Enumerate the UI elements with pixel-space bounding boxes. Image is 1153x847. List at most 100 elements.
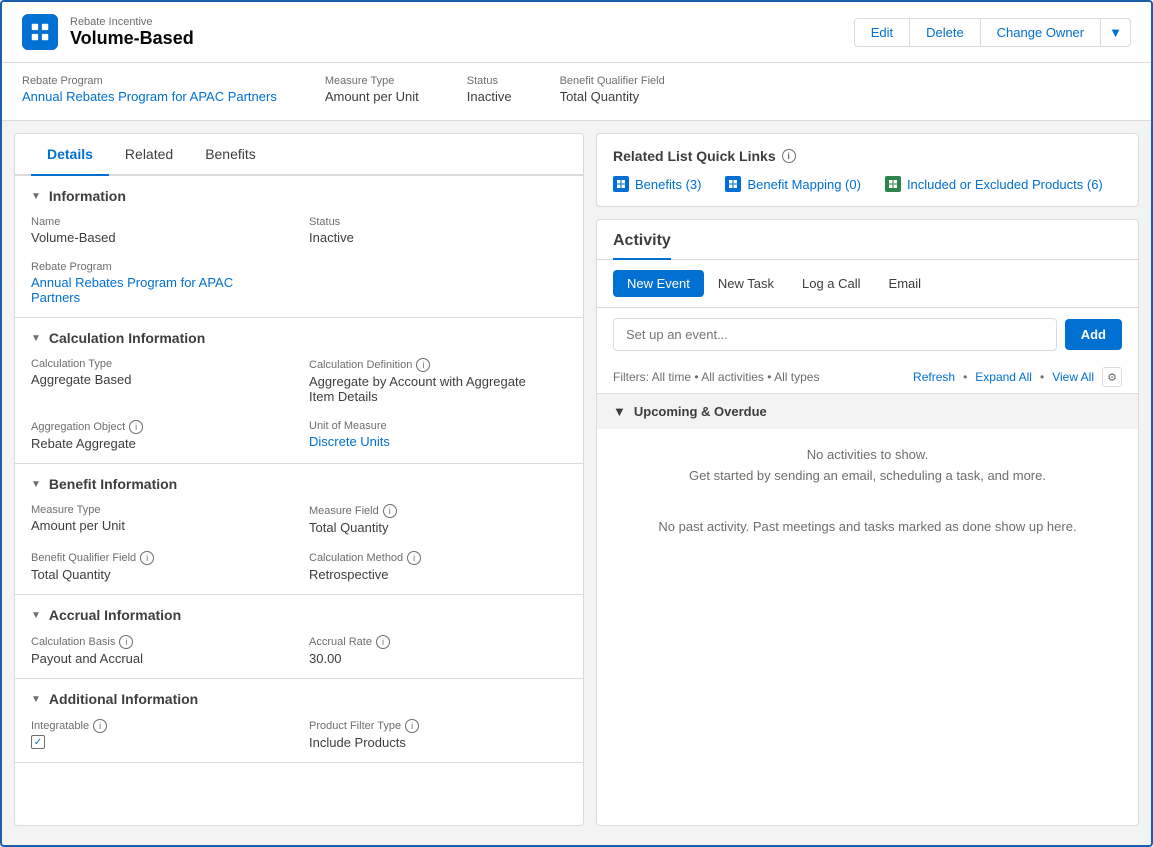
quick-link-benefit-mapping[interactable]: Benefit Mapping (0) bbox=[725, 176, 860, 192]
activity-add-button[interactable]: Add bbox=[1065, 319, 1122, 350]
integratable-checkbox[interactable] bbox=[31, 735, 45, 749]
calc-basis-info-icon[interactable]: i bbox=[119, 635, 133, 649]
quick-link-included-excluded[interactable]: Included or Excluded Products (6) bbox=[885, 176, 1103, 192]
calculation-fields: Calculation Type Aggregate Based ✎ Calcu… bbox=[31, 358, 567, 451]
calc-method-label: Calculation Method i bbox=[309, 551, 567, 565]
calculation-chevron-icon: ▼ bbox=[31, 333, 41, 344]
calc-def-info-icon[interactable]: i bbox=[416, 358, 430, 372]
product-filter-label: Product Filter Type i bbox=[309, 719, 567, 733]
accrual-section: ▼ Accrual Information Calculation Basis … bbox=[15, 595, 583, 679]
rebate-program-value[interactable]: Annual Rebates Program for APAC Partners bbox=[22, 89, 277, 104]
no-past-text: No past activity. Past meetings and task… bbox=[658, 519, 1076, 534]
filters-text: Filters: All time • All activities • All… bbox=[613, 370, 819, 384]
agg-object-value: Rebate Aggregate ✎ bbox=[31, 436, 289, 451]
upcoming-header[interactable]: ▼ Upcoming & Overdue bbox=[597, 394, 1138, 429]
additional-title: Additional Information bbox=[49, 691, 198, 707]
measure-type-value: Amount per Unit bbox=[325, 89, 419, 104]
tab-related[interactable]: Related bbox=[109, 134, 189, 176]
tab-benefits[interactable]: Benefits bbox=[189, 134, 272, 176]
meta-measure-type: Measure Type Amount per Unit bbox=[325, 75, 419, 104]
measure-field-label: Measure Field i bbox=[309, 504, 567, 518]
calc-method-info-icon[interactable]: i bbox=[407, 551, 421, 565]
status-field-value: Inactive ✎ bbox=[309, 230, 567, 245]
measure-field-info-icon[interactable]: i bbox=[383, 504, 397, 518]
accrual-section-header[interactable]: ▼ Accrual Information bbox=[31, 607, 567, 623]
measure-field-value: Total Quantity ✎ bbox=[309, 520, 567, 535]
field-name: Name Volume-Based ✎ bbox=[31, 216, 289, 245]
app-icon bbox=[22, 14, 58, 50]
name-label: Name bbox=[31, 216, 289, 228]
activity-tab-new-event[interactable]: New Event bbox=[613, 270, 704, 297]
benefit-qual-info-icon[interactable]: i bbox=[140, 551, 154, 565]
field-unit-of-measure: Unit of Measure Discrete Units ✎ bbox=[309, 420, 567, 451]
filters-gear-button[interactable]: ⚙ bbox=[1102, 367, 1122, 387]
accrual-title: Accrual Information bbox=[49, 607, 181, 623]
quick-link-benefits[interactable]: Benefits (3) bbox=[613, 176, 701, 192]
benefit-qual-label: Benefit Qualifier Field i bbox=[31, 551, 289, 565]
included-excluded-link-label: Included or Excluded Products (6) bbox=[907, 177, 1103, 192]
change-owner-button[interactable]: Change Owner bbox=[981, 18, 1101, 47]
status-label: Status bbox=[467, 75, 512, 87]
benefits-link-label: Benefits (3) bbox=[635, 177, 701, 192]
benefit-qualifier-label: Benefit Qualifier Field bbox=[560, 75, 665, 87]
meta-status: Status Inactive bbox=[467, 75, 512, 104]
accrual-chevron-icon: ▼ bbox=[31, 610, 41, 621]
rebate-program-field-label: Rebate Program bbox=[31, 261, 289, 273]
additional-chevron-icon: ▼ bbox=[31, 694, 41, 705]
accrual-rate-value: 30.00 ✎ bbox=[309, 651, 567, 666]
benefit-section: ▼ Benefit Information Measure Type Amoun… bbox=[15, 464, 583, 595]
calc-basis-value: Payout and Accrual ✎ bbox=[31, 651, 289, 666]
view-all-link[interactable]: View All bbox=[1052, 370, 1094, 384]
accrual-rate-label: Accrual Rate i bbox=[309, 635, 567, 649]
header-actions: Edit Delete Change Owner ▼ bbox=[854, 18, 1131, 47]
status-field-label: Status bbox=[309, 216, 567, 228]
agg-object-info-icon[interactable]: i bbox=[129, 420, 143, 434]
unit-of-measure-label: Unit of Measure bbox=[309, 420, 567, 432]
calc-basis-label: Calculation Basis i bbox=[31, 635, 289, 649]
quick-links-info-icon[interactable]: i bbox=[782, 149, 796, 163]
integratable-label: Integratable i bbox=[31, 719, 289, 733]
information-fields: Name Volume-Based ✎ Status Inactive ✎ bbox=[31, 216, 567, 305]
information-title: Information bbox=[49, 188, 126, 204]
activity-event-input[interactable] bbox=[613, 318, 1057, 351]
unit-of-measure-value[interactable]: Discrete Units ✎ bbox=[309, 434, 567, 449]
get-started-text: Get started by sending an email, schedul… bbox=[613, 466, 1122, 487]
information-chevron-icon: ▼ bbox=[31, 191, 41, 202]
field-benefit-measure-type: Measure Type Amount per Unit ✎ bbox=[31, 504, 289, 535]
benefit-fields: Measure Type Amount per Unit ✎ Measure F… bbox=[31, 504, 567, 582]
activity-header: Activity bbox=[597, 220, 1138, 260]
quick-links-card: Related List Quick Links i bbox=[596, 133, 1139, 207]
information-section-header[interactable]: ▼ Information bbox=[31, 188, 567, 204]
included-excluded-link-icon bbox=[885, 176, 901, 192]
integratable-info-icon[interactable]: i bbox=[93, 719, 107, 733]
benefit-mapping-link-icon bbox=[725, 176, 741, 192]
delete-button[interactable]: Delete bbox=[910, 18, 981, 47]
benefit-section-header[interactable]: ▼ Benefit Information bbox=[31, 476, 567, 492]
calc-type-label: Calculation Type bbox=[31, 358, 289, 370]
benefit-mapping-link-label: Benefit Mapping (0) bbox=[747, 177, 860, 192]
field-product-filter: Product Filter Type i Include Products ✎ bbox=[309, 719, 567, 750]
product-filter-info-icon[interactable]: i bbox=[405, 719, 419, 733]
field-benefit-qual: Benefit Qualifier Field i Total Quantity… bbox=[31, 551, 289, 582]
meta-row: Rebate Program Annual Rebates Program fo… bbox=[2, 63, 1151, 121]
information-section: ▼ Information Name Volume-Based ✎ Status bbox=[15, 176, 583, 318]
expand-all-link[interactable]: Expand All bbox=[975, 370, 1032, 384]
tab-details[interactable]: Details bbox=[31, 134, 109, 176]
activity-tab-new-task[interactable]: New Task bbox=[704, 270, 788, 297]
activity-filters-right: Refresh • Expand All • View All ⚙ bbox=[913, 367, 1122, 387]
activity-tab-email[interactable]: Email bbox=[875, 270, 936, 297]
activity-tab-log-call[interactable]: Log a Call bbox=[788, 270, 875, 297]
field-status: Status Inactive ✎ bbox=[309, 216, 567, 245]
rebate-program-field-value[interactable]: Annual Rebates Program for APAC Partners… bbox=[31, 275, 289, 305]
header-dropdown-button[interactable]: ▼ bbox=[1101, 18, 1131, 47]
edit-button[interactable]: Edit bbox=[854, 18, 910, 47]
additional-section-header[interactable]: ▼ Additional Information bbox=[31, 691, 567, 707]
right-panel: Related List Quick Links i bbox=[596, 133, 1139, 826]
refresh-link[interactable]: Refresh bbox=[913, 370, 955, 384]
accrual-rate-info-icon[interactable]: i bbox=[376, 635, 390, 649]
calculation-section-header[interactable]: ▼ Calculation Information bbox=[31, 330, 567, 346]
status-value: Inactive bbox=[467, 89, 512, 104]
additional-section: ▼ Additional Information Integratable i … bbox=[15, 679, 583, 763]
field-calc-basis: Calculation Basis i Payout and Accrual ✎ bbox=[31, 635, 289, 666]
benefits-link-icon bbox=[613, 176, 629, 192]
